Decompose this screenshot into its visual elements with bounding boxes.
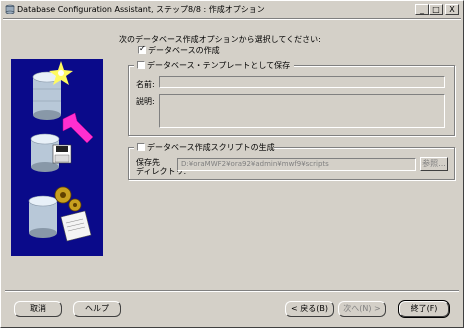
title-bar[interactable]: Database Configuration Assistant, ステップ8/…	[3, 3, 461, 17]
help-button-label: ヘルプ	[85, 304, 109, 313]
save-template-checkbox[interactable]	[137, 61, 145, 69]
footer-separator	[5, 290, 459, 292]
finish-button-label: 終了(F)	[410, 304, 438, 313]
script-document-icon	[60, 210, 92, 242]
next-button-label: 次へ(N) >	[343, 304, 381, 313]
next-button[interactable]: 次へ(N) >	[338, 301, 386, 317]
help-button[interactable]: ヘルプ	[73, 301, 121, 317]
template-description-label: 説明:	[136, 97, 155, 106]
save-template-label[interactable]: データベース・テンプレートとして保存	[147, 60, 290, 71]
illustration-svg	[28, 61, 94, 242]
template-description-field[interactable]	[159, 94, 445, 128]
browse-button[interactable]: 参照...	[420, 157, 448, 171]
finish-button[interactable]: 終了(F)	[398, 300, 450, 318]
wizard-illustration	[11, 59, 103, 256]
title-separator	[3, 18, 461, 20]
back-button[interactable]: < 戻る(B)	[285, 301, 334, 317]
close-button[interactable]: X	[445, 4, 459, 15]
cancel-button-label: 取消	[30, 304, 46, 313]
dialog-window: Database Configuration Assistant, ステップ8/…	[0, 0, 464, 328]
pointer-arrow-icon	[62, 112, 94, 144]
database-disk-icon	[30, 133, 72, 172]
minimize-icon: _	[420, 5, 424, 14]
maximize-icon: □	[432, 5, 440, 14]
scripts-directory-field[interactable]: D:¥oraMWF2¥ora92¥admin¥mwf9¥scripts	[177, 158, 416, 171]
cancel-button[interactable]: 取消	[14, 301, 62, 317]
create-database-checkbox[interactable]	[138, 44, 146, 54]
generate-scripts-label[interactable]: データベース作成スクリプトの生成	[147, 142, 275, 153]
browse-button-label: 参照...	[422, 159, 446, 168]
window-title: Database Configuration Assistant, ステップ8/…	[17, 5, 265, 14]
create-database-label[interactable]: データベースの作成	[148, 45, 220, 56]
app-icon	[5, 4, 15, 14]
options-prompt: 次のデータベース作成オプションから選択してください:	[119, 35, 321, 44]
generate-scripts-checkbox[interactable]	[137, 143, 145, 151]
template-name-field[interactable]	[159, 76, 445, 88]
minimize-button[interactable]: _	[415, 4, 429, 15]
close-icon: X	[449, 5, 455, 14]
scripts-directory-value: D:¥oraMWF2¥ora92¥admin¥mwf9¥scripts	[181, 160, 329, 168]
back-button-label: < 戻る(B)	[291, 304, 328, 313]
maximize-button[interactable]: □	[429, 4, 443, 15]
database-star-icon	[32, 61, 73, 120]
template-name-label: 名前:	[136, 80, 155, 89]
